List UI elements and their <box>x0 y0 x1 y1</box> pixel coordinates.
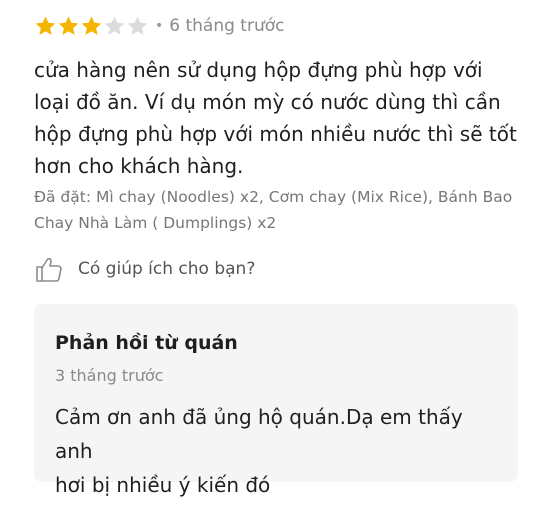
reply-time: 3 tháng trước <box>55 366 164 385</box>
helpful-button[interactable]: Có giúp ích cho bạn? <box>34 254 255 284</box>
star-empty-icon <box>103 15 126 37</box>
review-time: 6 tháng trước <box>169 16 285 36</box>
shop-reply-box: Phản hồi từ quán 3 tháng trước Cảm ơn an… <box>34 304 518 497</box>
ordered-items: Đã đặt: Mì chay (Noodles) x2, Cơm chay (… <box>34 188 513 232</box>
reply-title: Phản hồi từ quán <box>55 332 238 354</box>
thumbs-up-icon[interactable] <box>34 254 64 284</box>
star-empty-icon <box>126 15 149 37</box>
star-filled-icon <box>34 15 57 37</box>
helpful-label: Có giúp ích cho bạn? <box>78 259 256 279</box>
star-filled-icon <box>80 15 103 37</box>
review-text: cửa hàng nên sử dụng hộp đựng phù hợp vớ… <box>34 58 517 178</box>
star-rating <box>34 15 149 37</box>
review-meta: • 6 tháng trước <box>34 12 285 40</box>
separator-dot: • <box>155 18 164 34</box>
reply-text: Cảm ơn anh đã ủng hộ quán.Dạ em thấy anh… <box>55 405 463 497</box>
star-filled-icon <box>57 15 80 37</box>
